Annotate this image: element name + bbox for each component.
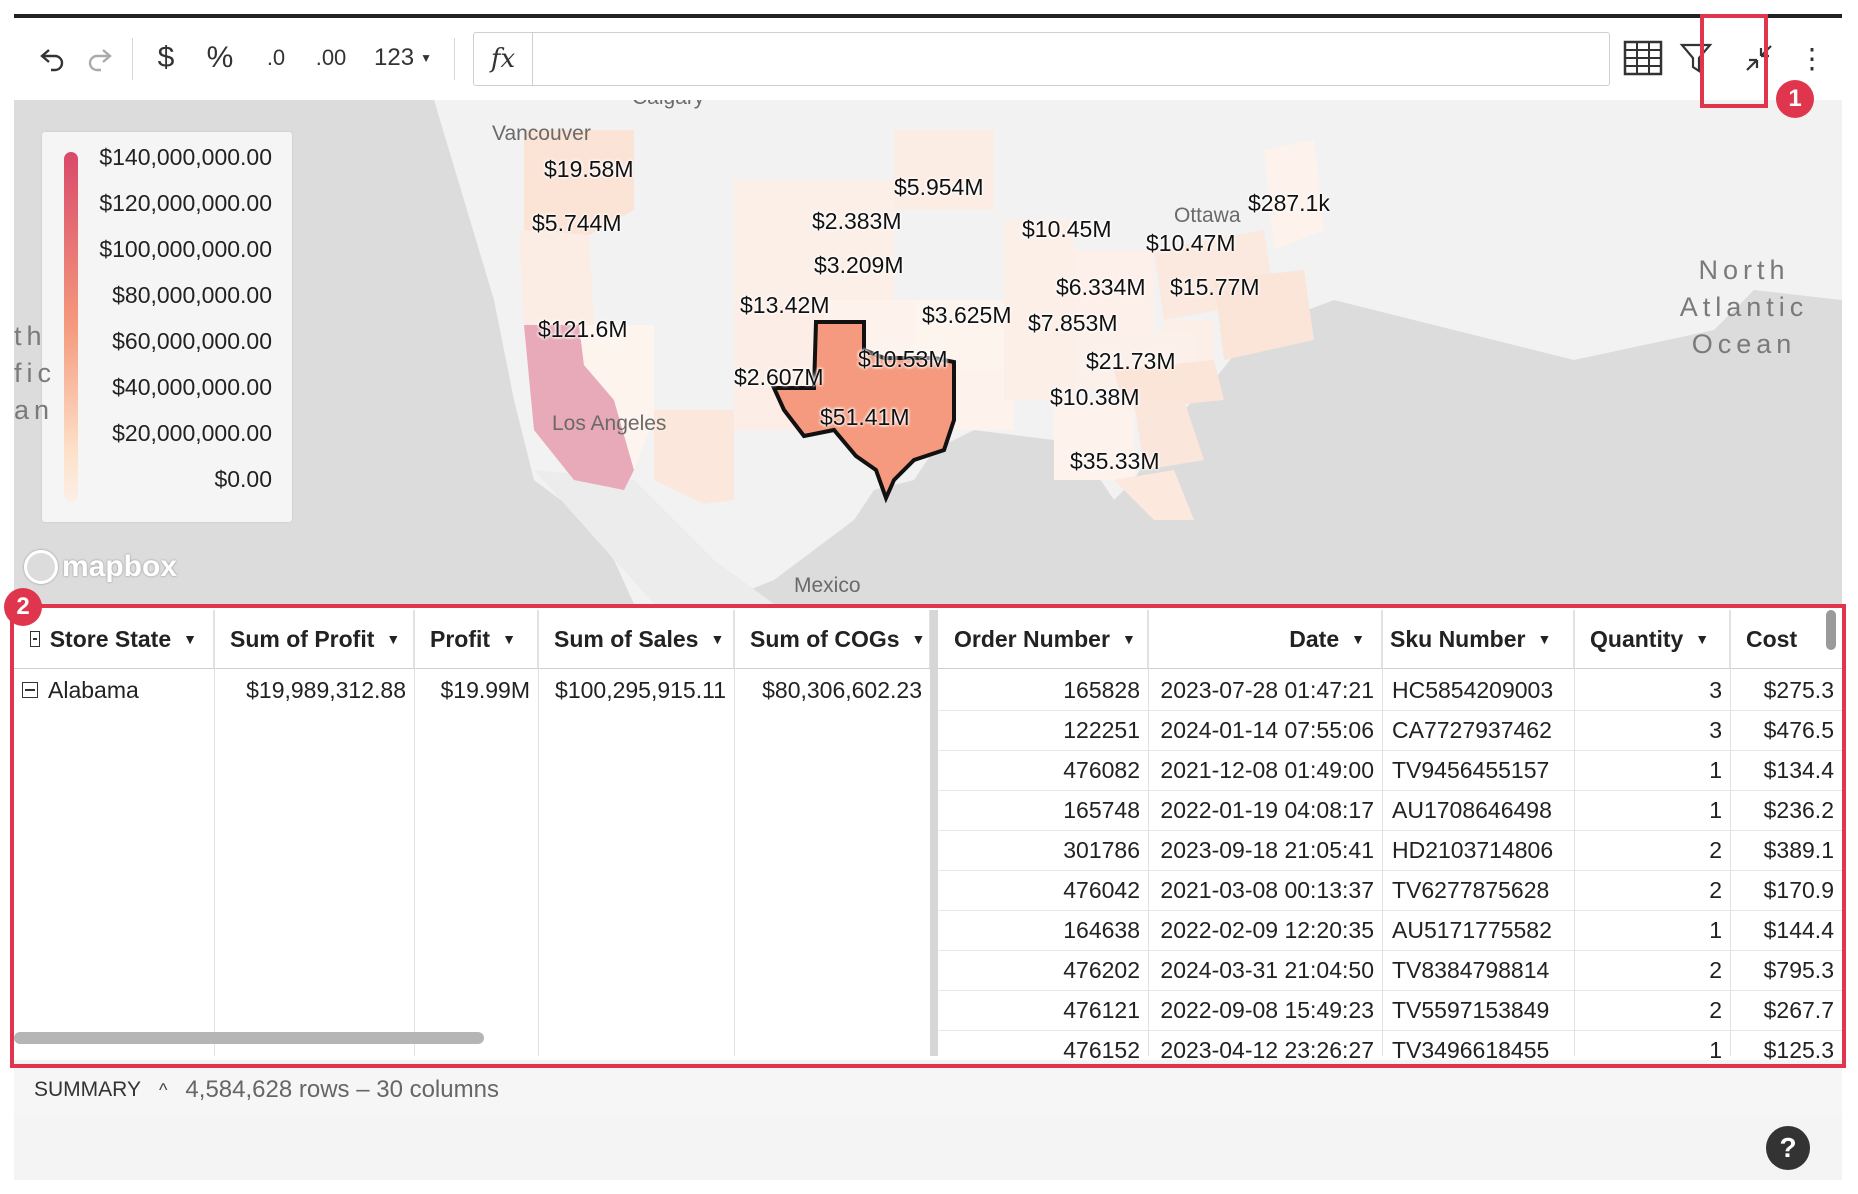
state-value-label: $15.77M (1170, 274, 1260, 300)
toolbar: $ % .0 .00 123 ▼ fx ⋮ (14, 18, 1842, 101)
place-vancouver: Vancouver (492, 122, 591, 145)
state-value-label: $10.53M (858, 346, 948, 372)
number-format-dropdown[interactable]: 123 ▼ (366, 38, 440, 78)
state-value-label: $5.744M (532, 210, 622, 236)
legend-gradient (64, 152, 78, 502)
legend-label: $140,000,000.00 (99, 144, 272, 170)
legend-label: $80,000,000.00 (112, 282, 272, 308)
place-los-angeles: Los Angeles (552, 412, 667, 435)
toolbar-separator (132, 38, 133, 80)
legend-label: $40,000,000.00 (112, 374, 272, 400)
place-calgary: Calgary (632, 100, 704, 110)
increase-decimals-label: .00 (315, 45, 347, 70)
chevron-up-icon: ^ (158, 1079, 168, 1100)
mapbox-attribution[interactable]: mapbox (24, 550, 177, 584)
currency-format-button[interactable]: $ (146, 38, 186, 78)
summary-toggle[interactable]: SUMMARY ^ (34, 1078, 167, 1102)
redo-icon[interactable] (80, 38, 120, 78)
map-legend: $140,000,000.00 $120,000,000.00 $100,000… (42, 132, 292, 522)
help-button[interactable]: ? (1766, 1126, 1810, 1170)
state-value-label: $10.47M (1146, 230, 1236, 256)
highlight-collapse-button (1700, 14, 1768, 108)
more-options-icon[interactable]: ⋮ (1798, 38, 1826, 78)
legend-label: $60,000,000.00 (112, 328, 272, 354)
step-badge-1: 1 (1776, 80, 1814, 118)
legend-label: $120,000,000.00 (99, 190, 272, 216)
fx-icon: fx (474, 33, 533, 85)
state-value-label: $10.38M (1050, 384, 1140, 410)
summary-label: SUMMARY (34, 1078, 141, 1101)
state-value-label: $6.334M (1056, 274, 1146, 300)
chevron-down-icon: ▼ (420, 51, 432, 65)
summary-bar: SUMMARY ^ 4,584,628 rows – 30 columns (14, 1064, 1842, 1116)
legend-label: $100,000,000.00 (99, 236, 272, 262)
formula-bar[interactable]: fx (473, 32, 1610, 86)
ocean-atlantic: North Atlantic Ocean (1674, 252, 1814, 363)
state-value-label: $13.42M (740, 292, 830, 318)
state-value-label: $7.853M (1028, 310, 1118, 336)
state-value-label: $2.383M (812, 208, 902, 234)
state-value-label: $19.58M (544, 156, 634, 182)
map-view[interactable]: $140,000,000.00 $120,000,000.00 $100,000… (14, 100, 1842, 604)
ocean-line: th (14, 321, 47, 351)
state-value-label: $3.625M (922, 302, 1012, 328)
percent-format-button[interactable]: % (198, 38, 242, 78)
legend-label: $20,000,000.00 (112, 420, 272, 446)
legend-label: $0.00 (214, 466, 272, 492)
toolbar-separator (454, 38, 455, 80)
ocean-line: Ocean (1691, 329, 1797, 359)
table-view-icon[interactable] (1620, 38, 1666, 78)
state-value-label: $51.41M (820, 404, 910, 430)
place-ottawa: Ottawa (1174, 204, 1241, 227)
increase-decimals-button[interactable]: .00 (306, 38, 356, 78)
state-value-label: $3.209M (814, 252, 904, 278)
number-format-label: 123 (374, 44, 415, 71)
state-value-label: $21.73M (1086, 348, 1176, 374)
ocean-line: an (14, 395, 55, 425)
ocean-line: Atlantic (1679, 292, 1809, 322)
state-value-label: $10.45M (1022, 216, 1112, 242)
decrease-decimals-button[interactable]: .0 (254, 38, 298, 78)
state-value-label: $35.33M (1070, 448, 1160, 474)
ocean-pacific: th fic an (14, 318, 54, 429)
place-mexico: Mexico (794, 574, 861, 597)
mapbox-label: mapbox (62, 550, 178, 583)
highlight-table (10, 604, 1846, 1068)
state-value-label: $287.1k (1248, 190, 1330, 216)
decrease-decimals-label: .0 (266, 45, 286, 70)
ocean-line: North (1698, 255, 1790, 285)
undo-icon[interactable] (32, 38, 72, 78)
step-badge-2: 2 (4, 588, 42, 626)
state-value-label: $121.6M (538, 316, 628, 342)
state-value-label: $2.607M (734, 364, 824, 390)
state-value-label: $5.954M (894, 174, 984, 200)
summary-counts: 4,584,628 rows – 30 columns (185, 1076, 499, 1103)
mapbox-logo-icon (24, 550, 58, 584)
ocean-line: fic (14, 358, 56, 388)
